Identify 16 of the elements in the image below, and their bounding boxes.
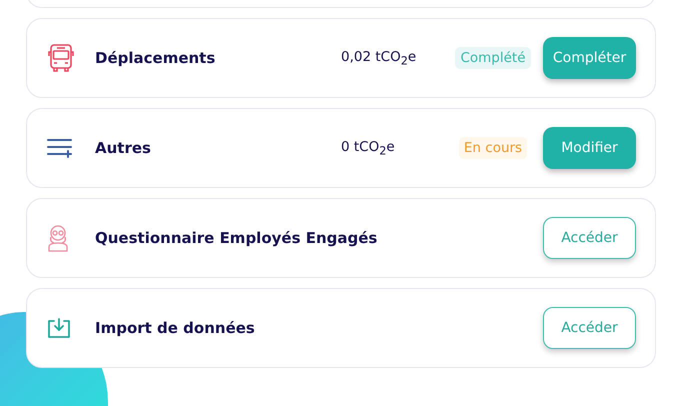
emission-value: 0 tCO$_{2}$e [341,138,396,158]
category-title: Autres [95,139,152,157]
action-button[interactable]: Accéder [543,217,636,259]
action-button[interactable]: Accéder [543,307,636,349]
category-title: Déplacements [95,49,216,67]
person-icon [47,224,69,252]
category-title: Questionnaire Employés Engagés [95,229,378,247]
emission-value: 0,02 tCO$_{2}$e [341,48,418,68]
action-button[interactable]: Modifier [543,127,636,169]
download-icon [47,317,71,339]
status-badge: Complété [455,47,531,69]
bus-icon [47,43,75,73]
category-title: Import de données [95,319,256,337]
status-badge: En cours [458,137,528,159]
list-add-icon [47,137,73,159]
action-button[interactable]: Compléter [543,37,636,79]
